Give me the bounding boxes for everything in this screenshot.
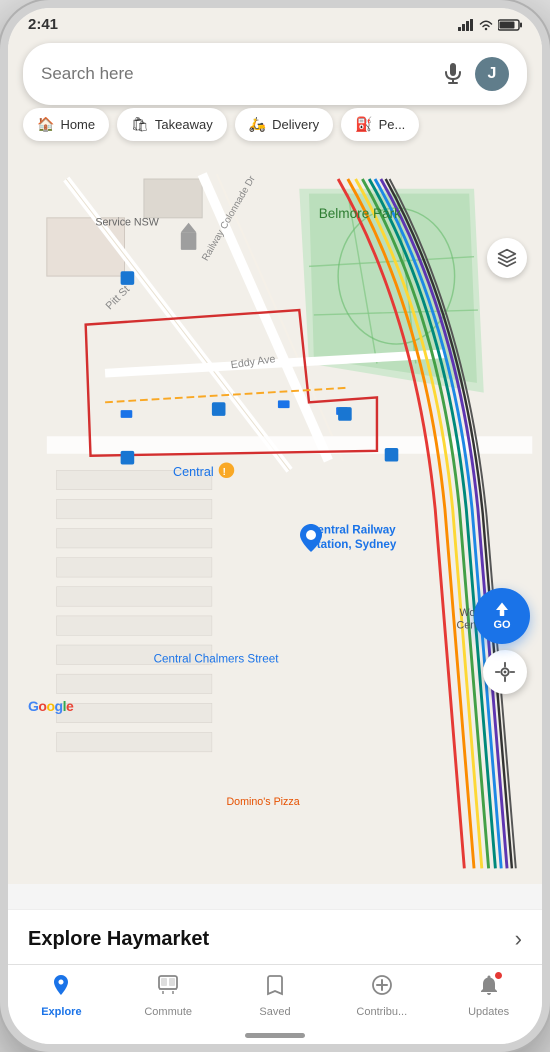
home-indicator	[245, 1033, 305, 1038]
delivery-quick-btn[interactable]: 🛵 Delivery	[235, 108, 333, 141]
takeaway-icon: 🛍	[131, 116, 149, 133]
petrol-quick-btn[interactable]: ⛽ Pe...	[341, 108, 419, 141]
petrol-icon: ⛽	[355, 116, 372, 133]
commute-nav-icon	[156, 973, 180, 1003]
takeaway-btn-label: Takeaway	[155, 117, 213, 132]
go-label: GO	[493, 619, 510, 631]
explore-nav-label: Explore	[41, 1006, 81, 1018]
home-btn-label: Home	[60, 117, 95, 132]
home-quick-btn[interactable]: 🏠 Home	[23, 108, 109, 141]
home-icon: 🏠	[37, 116, 54, 133]
phone-frame: 2:41	[0, 0, 550, 1052]
svg-text:Domino's Pizza: Domino's Pizza	[226, 796, 299, 808]
nav-saved[interactable]: Saved	[222, 973, 329, 1018]
contribute-nav-icon	[370, 973, 394, 1003]
status-time: 2:41	[28, 16, 58, 33]
svg-text:!: !	[223, 467, 226, 478]
saved-nav-icon	[263, 973, 287, 1003]
updates-nav-icon	[477, 973, 501, 1003]
commute-nav-label: Commute	[144, 1006, 192, 1018]
nav-contribute[interactable]: Contribu...	[328, 973, 435, 1018]
quick-actions: 🏠 Home 🛍 Takeaway 🛵 Delivery ⛽ Pe...	[23, 108, 527, 141]
delivery-icon: 🛵	[249, 116, 266, 133]
central-railway-pin[interactable]	[300, 524, 322, 557]
status-bar: 2:41	[8, 8, 542, 37]
microphone-icon[interactable]	[441, 62, 465, 86]
search-input[interactable]	[41, 64, 431, 84]
layers-button[interactable]	[487, 238, 527, 278]
saved-nav-label: Saved	[259, 1006, 290, 1018]
updates-nav-label: Updates	[468, 1006, 509, 1018]
explore-chevron: ›	[515, 926, 522, 952]
petrol-btn-label: Pe...	[379, 117, 406, 132]
explore-title: Explore Haymarket	[28, 928, 209, 951]
google-logo: Google	[28, 698, 73, 714]
status-icons	[458, 19, 522, 31]
nav-explore[interactable]: Explore	[8, 973, 115, 1018]
search-bar[interactable]: J	[23, 43, 527, 105]
go-button[interactable]: GO	[474, 588, 530, 644]
battery-icon	[498, 19, 522, 31]
location-button[interactable]	[483, 650, 527, 694]
contribute-nav-label: Contribu...	[356, 1006, 407, 1018]
nav-updates[interactable]: Updates	[435, 973, 542, 1018]
avatar[interactable]: J	[475, 57, 509, 91]
wifi-icon	[478, 19, 494, 31]
svg-text:Central Railway: Central Railway	[309, 523, 396, 536]
explore-bar[interactable]: Explore Haymarket ›	[8, 909, 542, 964]
svg-text:Station, Sydney: Station, Sydney	[309, 538, 397, 551]
signal-icon	[458, 19, 474, 31]
takeaway-quick-btn[interactable]: 🛍 Takeaway	[117, 108, 227, 141]
svg-text:Central: Central	[173, 465, 214, 479]
nav-commute[interactable]: Commute	[115, 973, 222, 1018]
svg-text:Central Chalmers Street: Central Chalmers Street	[154, 653, 280, 666]
search-bar-container: J	[23, 43, 527, 105]
delivery-btn-label: Delivery	[272, 117, 319, 132]
svg-text:Belmore Park: Belmore Park	[319, 206, 401, 221]
explore-nav-icon	[49, 973, 73, 1003]
bottom-nav: Explore Commute S	[8, 964, 542, 1044]
svg-text:Service NSW: Service NSW	[95, 217, 159, 229]
